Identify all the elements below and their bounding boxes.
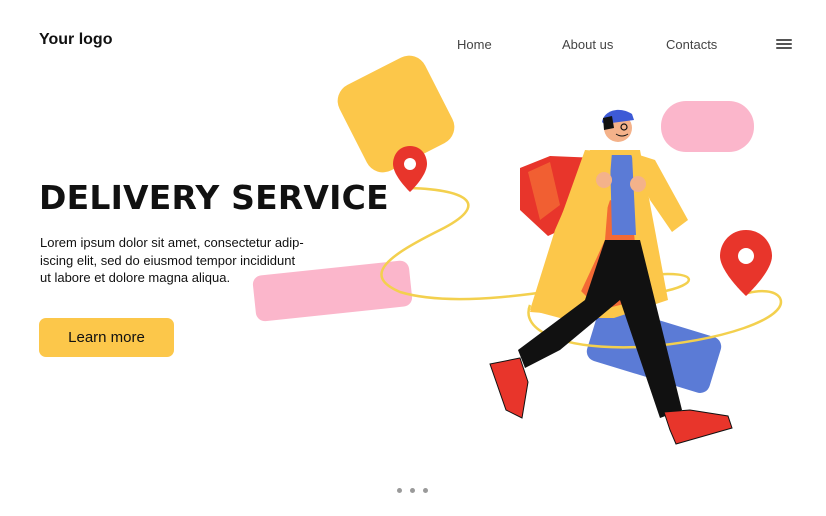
hero-description-line: Lorem ipsum dolor sit amet, consectetur …	[40, 235, 304, 250]
hero-description-line: ut labore et dolore magna aliqua.	[40, 270, 231, 285]
pink-pill-shape	[661, 101, 754, 152]
carousel-dot[interactable]	[410, 488, 415, 493]
carousel-dots	[397, 488, 437, 494]
carousel-dot[interactable]	[423, 488, 428, 493]
main-nav: Home About us Contacts	[0, 37, 826, 57]
hero-description: Lorem ipsum dolor sit amet, consectetur …	[40, 234, 325, 287]
hero-title: DELIVERY SERVICE	[39, 178, 389, 217]
menu-icon-bar	[776, 43, 792, 45]
nav-link-home[interactable]: Home	[457, 37, 492, 52]
nav-link-contacts[interactable]: Contacts	[666, 37, 717, 52]
learn-more-button[interactable]: Learn more	[39, 318, 174, 357]
hamburger-menu-icon[interactable]	[776, 39, 792, 50]
location-pin-icon	[393, 146, 427, 192]
courier-figure	[489, 109, 733, 445]
location-pin-icon	[720, 230, 772, 296]
nav-link-about-us[interactable]: About us	[562, 37, 613, 52]
menu-icon-bar	[776, 39, 792, 41]
menu-icon-bar	[776, 47, 792, 49]
carousel-dot[interactable]	[397, 488, 402, 493]
hero-description-line: iscing elit, sed do eiusmod tempor incid…	[40, 252, 296, 268]
